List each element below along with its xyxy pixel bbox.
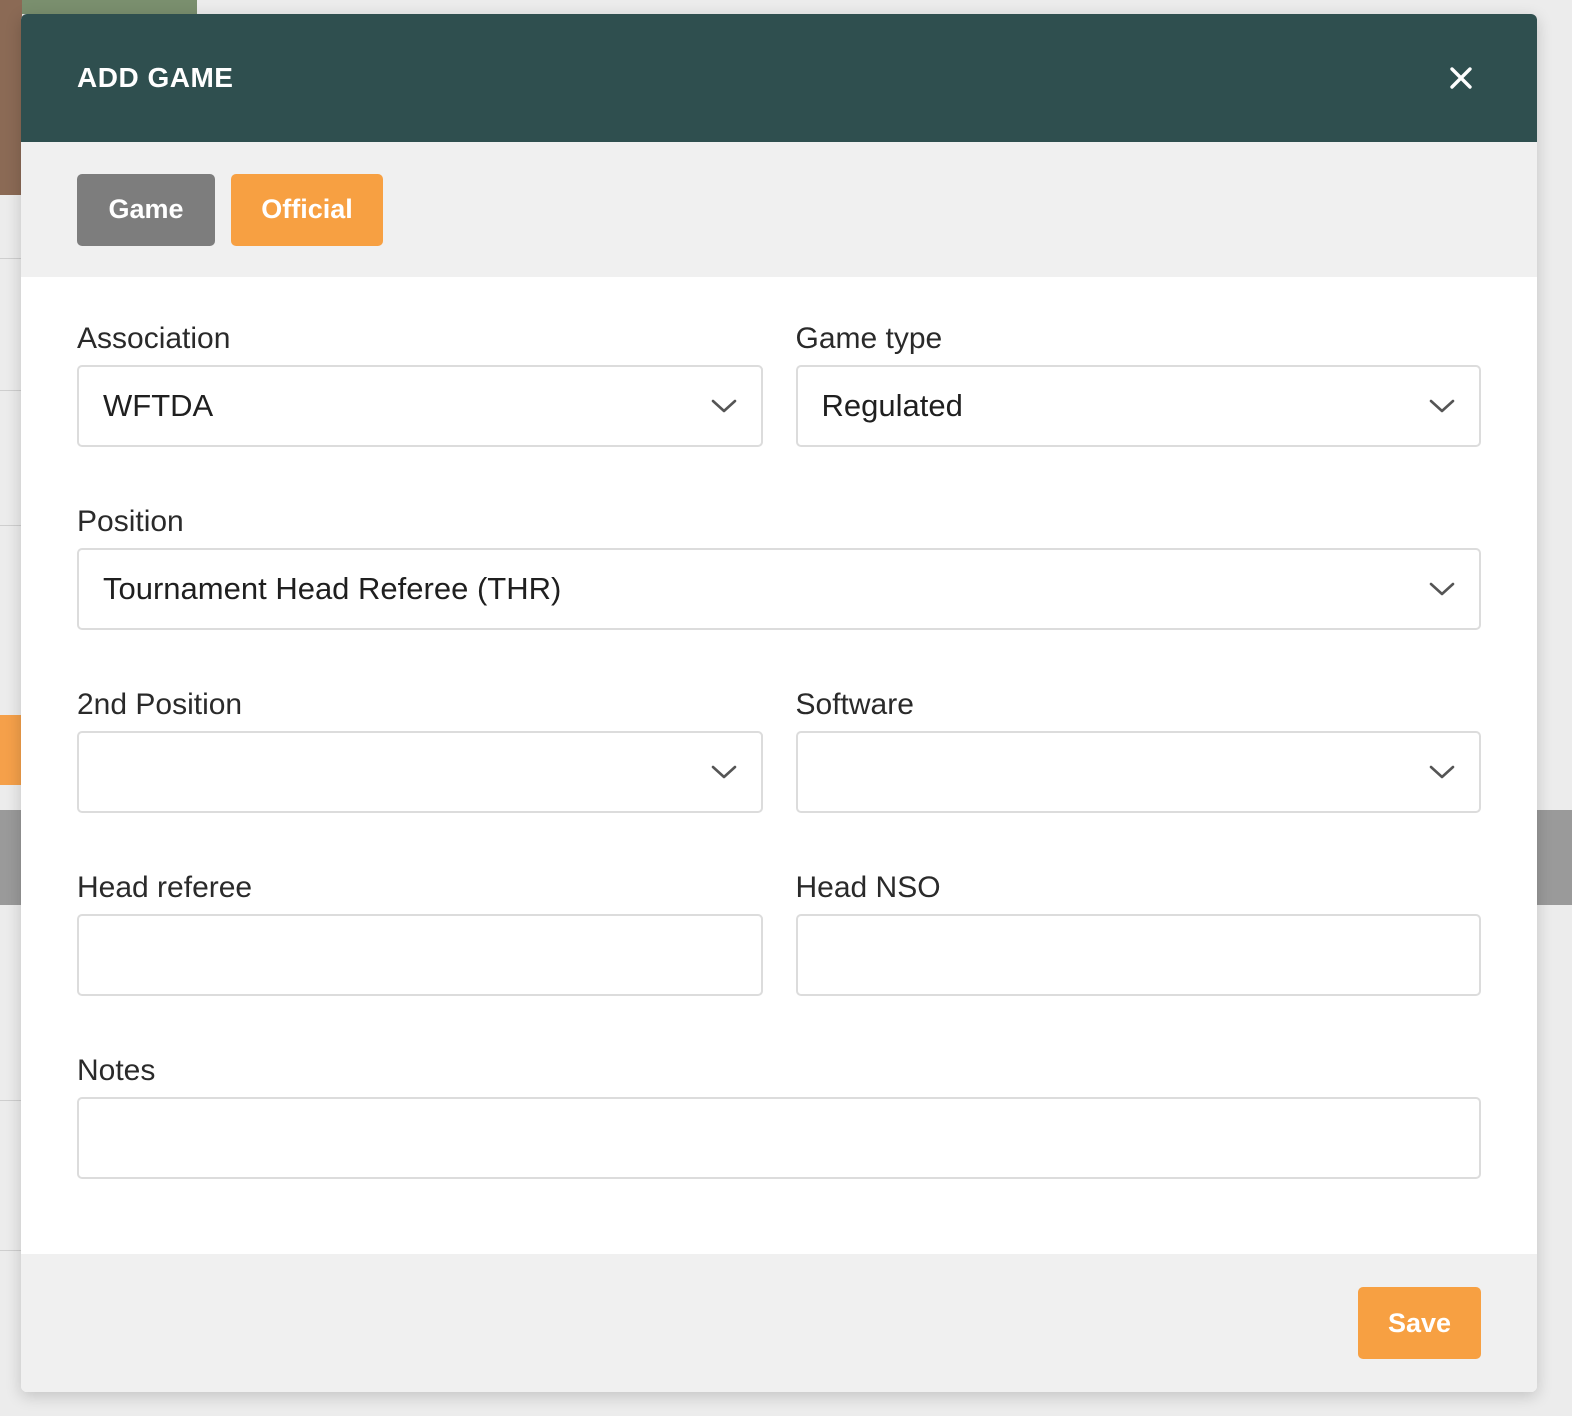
notes-label: Notes: [77, 1054, 156, 1087]
background-divider: [0, 390, 22, 391]
association-label: Association: [77, 322, 231, 355]
modal-footer: Save: [21, 1254, 1537, 1392]
chevron-down-icon: [1429, 765, 1455, 779]
head-referee-field: Head referee: [77, 870, 763, 996]
head-nso-field: Head NSO: [795, 870, 1481, 996]
background-photo: [0, 0, 22, 195]
background-divider: [0, 1100, 22, 1101]
second-position-field: 2nd Position: [77, 687, 763, 813]
background-divider: [0, 1250, 22, 1251]
chevron-down-icon: [711, 765, 736, 779]
association-select[interactable]: WFTDA: [77, 365, 763, 447]
association-field: Association WFTDA: [77, 321, 763, 447]
add-game-modal: ADD GAME Game Official Association WFTDA: [21, 14, 1537, 1392]
game-type-field: Game type Regulated: [795, 321, 1481, 447]
tab-official[interactable]: Official: [231, 173, 383, 246]
chevron-down-icon: [711, 399, 736, 413]
tab-game[interactable]: Game: [77, 173, 215, 246]
close-icon: [1450, 67, 1472, 89]
save-button[interactable]: Save: [1358, 1287, 1481, 1359]
background-divider: [0, 258, 22, 259]
second-position-label: 2nd Position: [77, 688, 243, 721]
modal-title: ADD GAME: [77, 62, 234, 93]
head-nso-label: Head NSO: [795, 871, 941, 904]
position-label: Position: [77, 505, 184, 538]
position-field: Position Tournament Head Referee (THR): [77, 504, 1481, 630]
background-divider: [0, 525, 22, 526]
form-body: Association WFTDA Game type Regulated Po…: [21, 277, 1537, 1254]
background-table-header-right: [1537, 810, 1572, 905]
software-field: Software: [795, 687, 1481, 813]
close-button[interactable]: [1441, 58, 1481, 98]
association-value: WFTDA: [103, 388, 214, 423]
game-type-value: Regulated: [821, 388, 963, 423]
second-position-select[interactable]: [77, 731, 763, 813]
background-orange-button: [0, 715, 22, 785]
position-select[interactable]: Tournament Head Referee (THR): [77, 548, 1481, 630]
tabs-bar: Game Official: [21, 142, 1537, 277]
notes-input[interactable]: [77, 1097, 1481, 1179]
head-referee-label: Head referee: [77, 871, 253, 904]
chevron-down-icon: [1429, 582, 1455, 596]
position-value: Tournament Head Referee (THR): [103, 571, 562, 606]
software-select[interactable]: [795, 731, 1481, 813]
background-photo-2: [22, 0, 197, 14]
head-referee-input[interactable]: [77, 914, 763, 996]
modal-header: ADD GAME: [21, 14, 1537, 142]
background-table-header-left: [0, 810, 22, 905]
game-type-select[interactable]: Regulated: [795, 365, 1481, 447]
software-label: Software: [795, 688, 914, 721]
chevron-down-icon: [1429, 399, 1455, 413]
head-nso-input[interactable]: [795, 914, 1481, 996]
notes-field: Notes: [77, 1053, 1481, 1179]
game-type-label: Game type: [795, 322, 943, 355]
